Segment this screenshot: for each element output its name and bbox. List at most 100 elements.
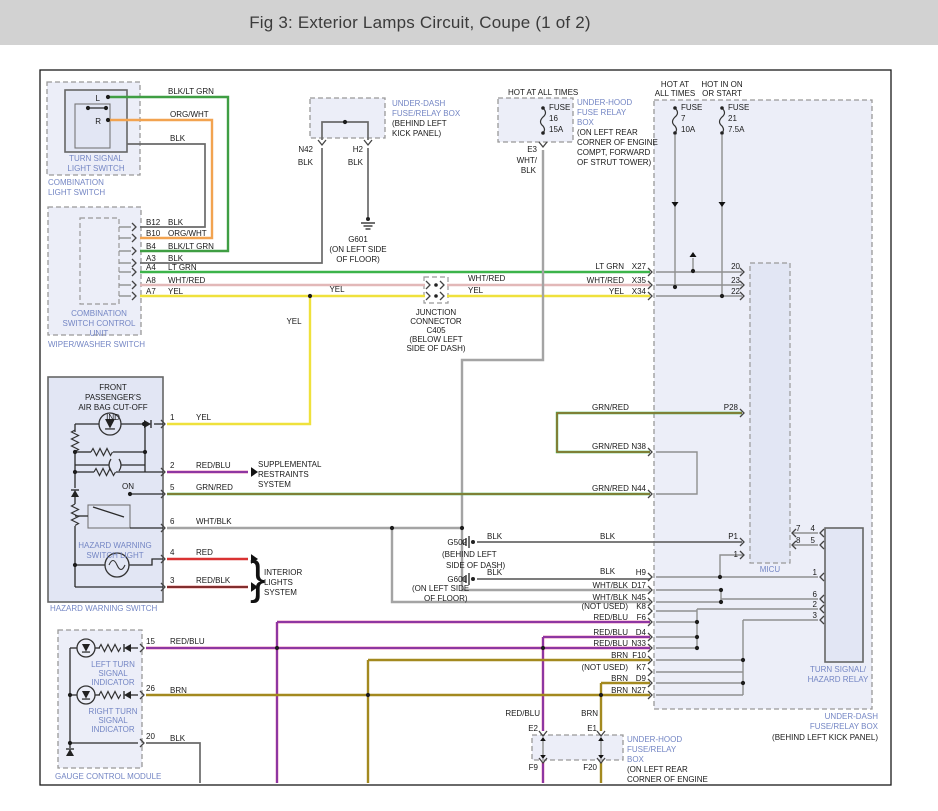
label-yel: YEL	[609, 287, 625, 296]
label-yel: YEL	[196, 413, 212, 422]
label-blk: BLK	[170, 734, 186, 743]
label-21: 21	[728, 114, 737, 123]
junction-dot	[695, 620, 699, 624]
label-red: RED	[196, 548, 213, 557]
label-blk-lt-grn: BLK/LT GRN	[168, 87, 214, 96]
label-1: 1	[170, 413, 175, 422]
label-fuse-relay-box: FUSE/RELAY BOX	[810, 722, 879, 731]
junction-dot	[390, 526, 394, 530]
label-brn: BRN	[611, 686, 628, 695]
label-n33: N33	[631, 639, 646, 648]
label-1: 1	[813, 568, 818, 577]
label-b10: B10	[146, 229, 161, 238]
label-fuse: FUSE	[549, 103, 570, 112]
fuse-16-top	[541, 106, 545, 110]
label-wht-red: WHT/RED	[468, 274, 506, 283]
junction-dot	[86, 106, 90, 110]
label-g502: G502	[447, 538, 467, 547]
label-15: 15	[146, 637, 155, 646]
label-b12: B12	[146, 218, 161, 227]
label-restraints: RESTRAINTS	[258, 470, 309, 479]
label-side-of-dash: SIDE OF DASH)	[406, 344, 465, 353]
junction-dot	[68, 741, 72, 745]
label-c405: C405	[426, 326, 446, 335]
ground-dot	[471, 540, 475, 544]
junction-dot	[308, 294, 312, 298]
junction-dot	[104, 106, 108, 110]
label-blk: BLK	[168, 218, 184, 227]
label-l: L	[96, 94, 101, 103]
label-or-start: OR START	[702, 89, 742, 98]
label-turn-signal: TURN SIGNAL/	[810, 665, 867, 674]
label-corner-of-engine: CORNER OF ENGINE	[627, 775, 708, 784]
junction-dot	[695, 646, 699, 650]
wiring-diagram: }BLK/LT GRNORG/WHTBLKLRTURN SIGNALLIGHT …	[0, 0, 938, 806]
label-combination: COMBINATION	[71, 309, 127, 318]
junction-terminal-dot	[434, 283, 438, 287]
junction-dot	[142, 422, 146, 426]
label-3: 3	[170, 576, 175, 585]
label-of-floor: OF FLOOR)	[424, 594, 468, 603]
label-k7: K7	[636, 663, 646, 672]
label-signal: SIGNAL	[98, 716, 128, 725]
label-on-left-side: (ON LEFT SIDE	[329, 245, 386, 254]
label-on-left-side: (ON LEFT SIDE	[412, 584, 469, 593]
label-n27: N27	[631, 686, 646, 695]
label-red-blu: RED/BLU	[593, 639, 628, 648]
label-front: FRONT	[99, 383, 127, 392]
label-indicator: INDICATOR	[91, 725, 134, 734]
label-corner-of-engine: CORNER OF ENGINE	[577, 138, 658, 147]
label-micu: MICU	[760, 565, 781, 574]
junction-dot	[541, 646, 545, 650]
label-a8: A8	[146, 276, 156, 285]
label-blk: BLK	[348, 158, 364, 167]
label-wht: WHT/	[517, 156, 538, 165]
label-grn-red: GRN/RED	[592, 442, 629, 451]
label-switch-light: SWITCH LIGHT	[86, 551, 143, 560]
junction-dot	[741, 658, 745, 662]
label-d4: D4	[636, 628, 647, 637]
label-r: R	[95, 117, 101, 126]
label-k8: K8	[636, 602, 646, 611]
junction-dot	[73, 450, 77, 454]
label-yel: YEL	[468, 286, 484, 295]
junction-dot	[718, 575, 722, 579]
label-passenger-s: PASSENGER'S	[85, 393, 141, 402]
label-hazard-warning-switch: HAZARD WARNING SWITCH	[50, 604, 157, 613]
label-interior: INTERIOR	[264, 568, 302, 577]
label-wht-red: WHT/RED	[587, 276, 625, 285]
junction-dot	[73, 563, 77, 567]
label-org-wht: ORG/WHT	[168, 229, 207, 238]
label-blk: BLK	[168, 254, 184, 263]
label-d9: D9	[636, 674, 647, 683]
label-on-left-rear: (ON LEFT REAR	[577, 128, 638, 137]
label-n45: N45	[631, 593, 646, 602]
label-brn: BRN	[170, 686, 187, 695]
label-grn-red: GRN/RED	[592, 484, 629, 493]
label-e2: E2	[528, 724, 538, 733]
junction-dot	[73, 470, 77, 474]
label-20: 20	[731, 262, 740, 271]
label-blk: BLK	[521, 166, 537, 175]
label-22: 22	[731, 287, 740, 296]
label-fuse-relay: FUSE/RELAY	[627, 745, 677, 754]
label-ind: IND	[106, 413, 120, 422]
label-a3: A3	[146, 254, 156, 263]
label-n42: N42	[298, 145, 313, 154]
label-gauge-control-module: GAUGE CONTROL MODULE	[55, 772, 161, 781]
label-of-strut-tower: OF STRUT TOWER)	[577, 158, 652, 167]
label-f10: F10	[632, 651, 646, 660]
label-not-used: (NOT USED)	[581, 663, 628, 672]
label-f6: F6	[637, 613, 647, 622]
label-3: 3	[813, 611, 818, 620]
label-light-switch: LIGHT SWITCH	[48, 188, 105, 197]
label-8: 8	[796, 536, 801, 545]
label-brn: BRN	[611, 674, 628, 683]
junction-dot	[106, 118, 110, 122]
label-g601: G601	[348, 235, 368, 244]
label-turn-signal: TURN SIGNAL	[69, 154, 123, 163]
label-a4: A4	[146, 263, 156, 272]
label-6: 6	[170, 517, 175, 526]
junction-dot	[719, 588, 723, 592]
junction-dot	[599, 693, 603, 697]
